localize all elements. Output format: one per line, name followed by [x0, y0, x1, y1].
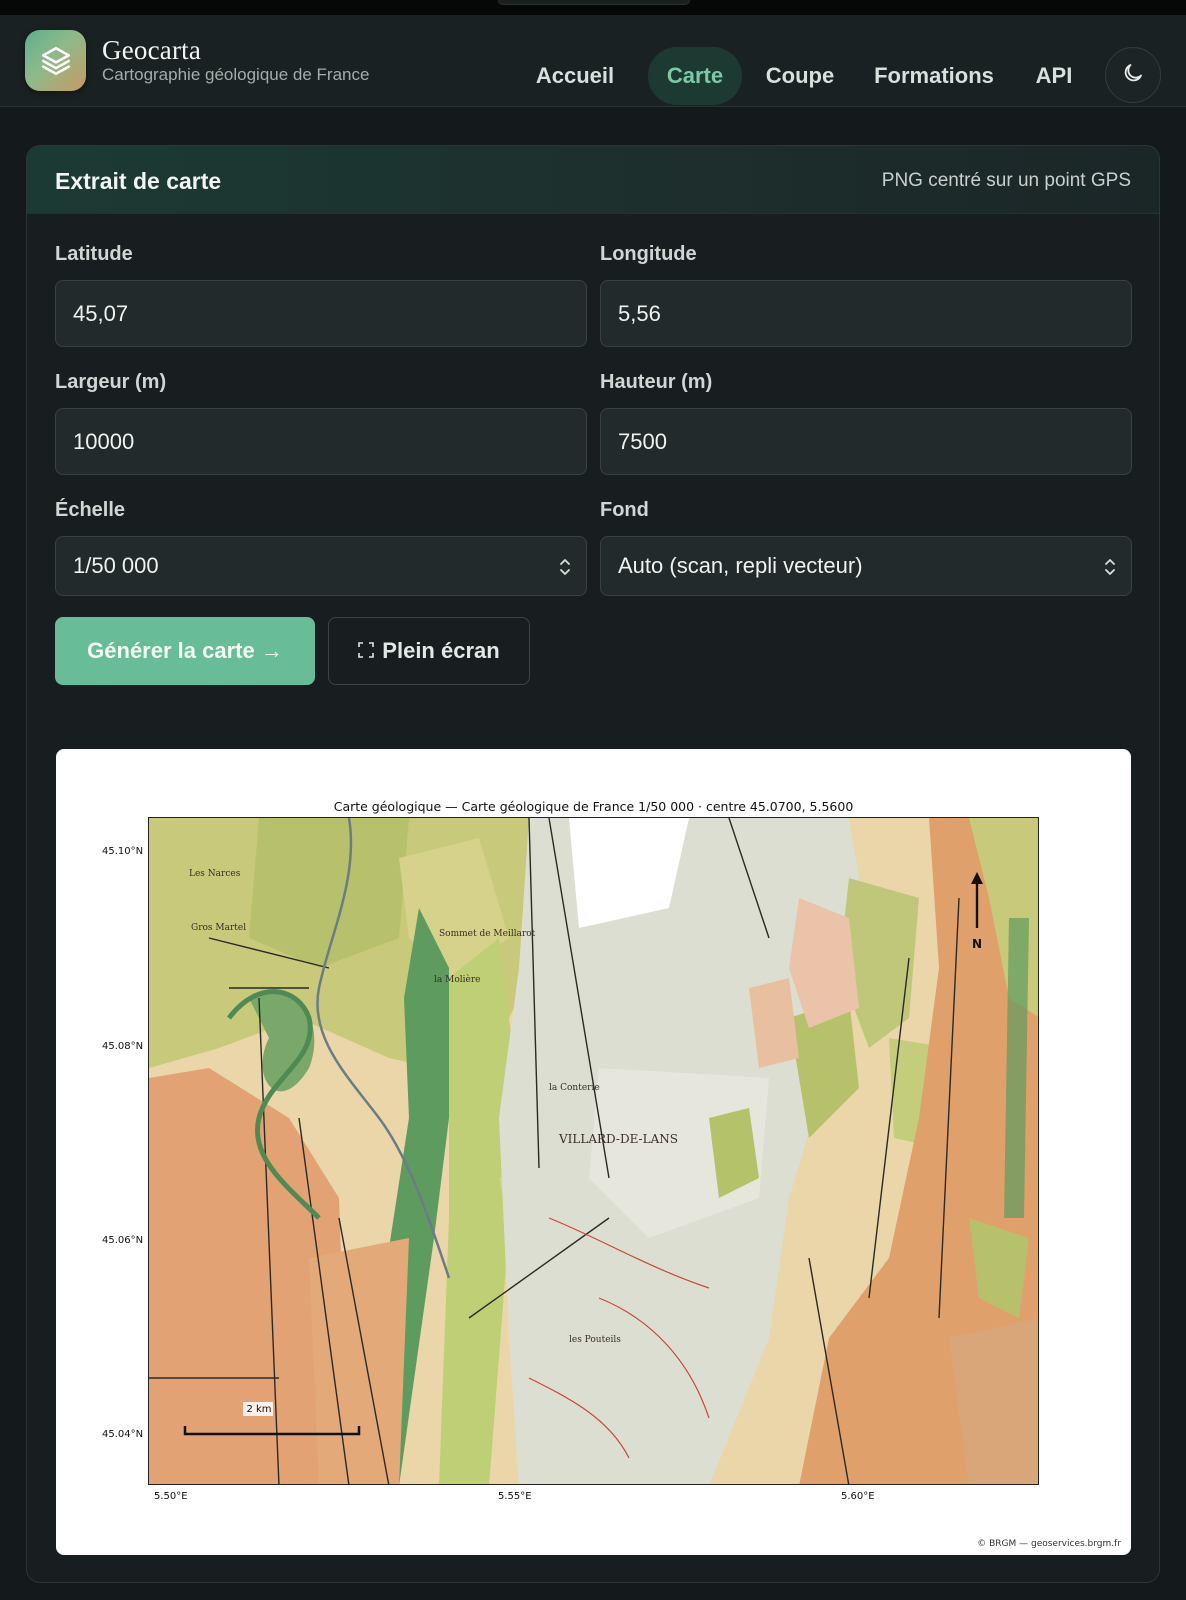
height-input[interactable]: [601, 409, 1131, 474]
nav-formations[interactable]: Formations: [872, 47, 996, 105]
map-place-label: Gros Martel: [191, 923, 246, 933]
layers-logo-icon[interactable]: [25, 30, 86, 91]
nav-api[interactable]: API: [1034, 47, 1074, 105]
longitude-field[interactable]: [600, 280, 1132, 347]
geologic-map-image[interactable]: VILLARD-DE-LANS Les Narces Gros Martel S…: [148, 817, 1039, 1485]
background-label: Fond: [600, 499, 649, 521]
width-input[interactable]: [56, 409, 586, 474]
longitude-label: Longitude: [600, 243, 697, 265]
card-title: Extrait de carte: [55, 168, 222, 194]
scale-select[interactable]: 1/50 000: [55, 536, 587, 596]
latitude-field[interactable]: [55, 280, 587, 347]
height-field[interactable]: [600, 408, 1132, 475]
app-header: Geocarta Cartographie géologique de Fran…: [0, 15, 1186, 107]
lat-tick-label: 45.08°N: [102, 1041, 144, 1052]
longitude-input[interactable]: [601, 281, 1131, 346]
latitude-input[interactable]: [56, 281, 586, 346]
lon-tick-label: 5.50°E: [154, 1491, 188, 1502]
app-subtitle: Cartographie géologique de France: [102, 65, 370, 84]
generate-map-button[interactable]: Générer la carte →: [55, 617, 315, 685]
map-figure-title: Carte géologique — Carte géologique de F…: [333, 799, 854, 814]
theme-toggle-button[interactable]: [1105, 47, 1161, 103]
generate-map-label: Générer la carte →: [87, 638, 283, 663]
fullscreen-icon: [358, 638, 375, 664]
map-place-label: la Conterie: [549, 1083, 600, 1093]
fullscreen-label: Plein écran: [382, 638, 500, 663]
moon-icon: [1121, 61, 1145, 90]
width-label: Largeur (m): [55, 371, 167, 393]
card-note: PNG centré sur un point GPS: [881, 170, 1131, 191]
fullscreen-button[interactable]: Plein écran: [328, 617, 530, 685]
map-place-label: les Pouteils: [569, 1335, 621, 1345]
latitude-label: Latitude: [55, 243, 133, 265]
background-select-value: Auto (scan, repli vecteur): [618, 553, 863, 578]
select-chevron-icon: [1103, 557, 1117, 583]
nav-coupe[interactable]: Coupe: [760, 47, 840, 105]
width-field[interactable]: [55, 408, 587, 475]
map-figure: Carte géologique — Carte géologique de F…: [56, 749, 1131, 1555]
lat-tick-label: 45.04°N: [102, 1429, 144, 1440]
lat-tick-label: 45.10°N: [102, 846, 144, 857]
map-place-label: Les Narces: [189, 869, 241, 879]
nav-accueil[interactable]: Accueil: [536, 47, 614, 105]
device-notch: [498, 0, 690, 5]
north-arrow-label: N: [972, 937, 982, 951]
map-credit: © BRGM — geoservices.brgm.fr: [977, 1539, 1121, 1549]
scale-bar-label: 2 km: [246, 1404, 271, 1415]
scale-label: Échelle: [55, 499, 126, 521]
height-label: Hauteur (m): [600, 371, 713, 393]
lon-tick-label: 5.60°E: [841, 1491, 875, 1502]
nav-carte[interactable]: Carte: [648, 47, 742, 105]
background-select[interactable]: Auto (scan, repli vecteur): [600, 536, 1132, 596]
map-place-label: Sommet de Meillarot: [439, 929, 536, 939]
map-extract-card: Extrait de carte PNG centré sur un point…: [26, 145, 1160, 1583]
scale-select-value: 1/50 000: [73, 553, 159, 578]
app-name[interactable]: Geocarta: [102, 35, 201, 66]
device-top-strip: [0, 0, 1186, 15]
map-place-label: la Molière: [434, 974, 480, 985]
map-town-label: VILLARD-DE-LANS: [558, 1132, 678, 1146]
select-chevron-icon: [558, 557, 572, 583]
lat-tick-label: 45.06°N: [102, 1235, 144, 1246]
card-header: Extrait de carte PNG centré sur un point…: [27, 146, 1159, 214]
lon-tick-label: 5.55°E: [498, 1491, 532, 1502]
